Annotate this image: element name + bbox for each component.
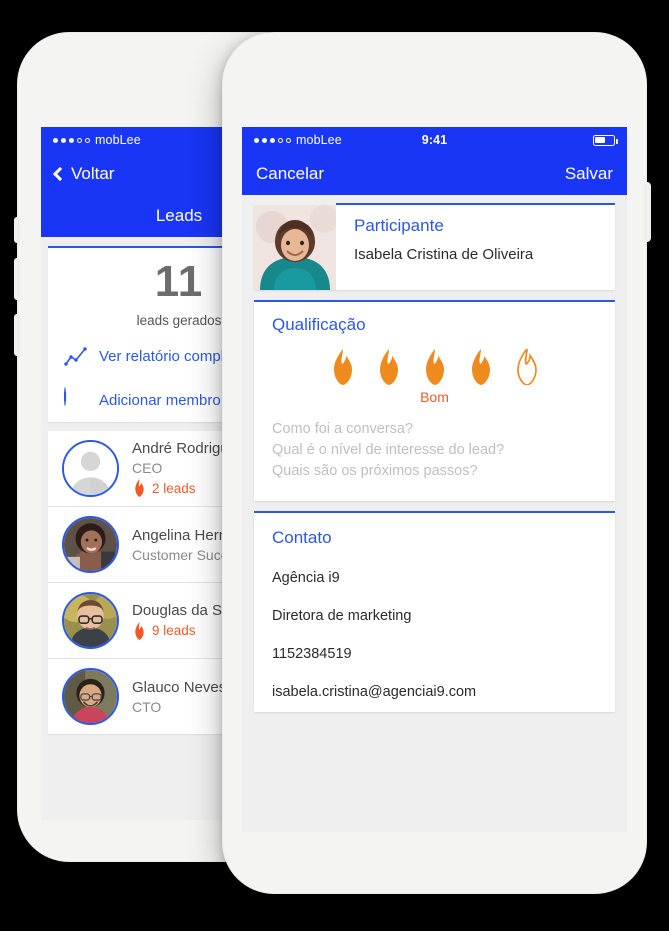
contact-company[interactable]: Agência i9 <box>254 570 615 586</box>
badge-label: 2 leads <box>152 480 196 496</box>
avatar <box>62 516 119 573</box>
participant-card: Participante Isabela Cristina de Oliveir… <box>254 202 615 291</box>
silent-switch-left[interactable] <box>14 217 18 243</box>
contact-section-title: Contato <box>272 528 332 547</box>
flame-icon-filled-3[interactable] <box>420 349 450 385</box>
lead-role: CTO <box>132 698 162 715</box>
add-member-label: Adicionar membro <box>99 391 221 409</box>
status-bar-right: mobLee 9:41 <box>242 127 627 153</box>
participant-section-title: Participante <box>354 215 444 235</box>
flame-icon <box>135 621 144 640</box>
rating-label: Bom <box>420 389 449 405</box>
notes-placeholder-line-2: Qual é o nível de interesse do lead? <box>272 442 505 459</box>
carrier-name: mobLee <box>95 133 141 147</box>
carrier-area-right: mobLee <box>254 133 342 147</box>
line-chart-icon <box>64 344 88 368</box>
flame-icon-filled-1[interactable] <box>328 349 358 385</box>
participant-text: Participante Isabela Cristina de Oliveir… <box>336 202 615 291</box>
chevron-left-icon <box>52 166 68 182</box>
participant-photo <box>254 205 336 290</box>
save-button[interactable]: Salvar <box>565 164 613 184</box>
phone-device-right: mobLee 9:41 Cancelar Salvar Participante… <box>222 32 651 894</box>
contact-email[interactable]: isabela.cristina@agenciai9.com <box>254 684 615 700</box>
badge-label: 9 leads <box>152 623 196 638</box>
battery-area <box>593 134 618 146</box>
avatar <box>62 440 119 497</box>
signal-strength-icon <box>53 137 90 143</box>
rating-flames[interactable] <box>254 349 615 385</box>
carrier-name: mobLee <box>296 133 342 147</box>
contact-card: Contato Agência i9 Diretora de marketing… <box>254 511 615 712</box>
notes-placeholder-line-1: Como foi a conversa? <box>272 421 414 437</box>
volume-down-button-left[interactable] <box>14 314 18 356</box>
volume-up-button-left[interactable] <box>14 258 18 300</box>
carrier-area-left: mobLee <box>53 133 141 147</box>
flame-icon <box>135 479 144 497</box>
screen-lead-form: mobLee 9:41 Cancelar Salvar Participante… <box>242 127 627 832</box>
contact-role[interactable]: Diretora de marketing <box>254 608 615 624</box>
flame-icon-filled-2[interactable] <box>374 349 404 385</box>
back-button-label: Voltar <box>71 164 115 183</box>
plus-circle-icon <box>64 387 88 412</box>
form-scroll-area[interactable]: Participante Isabela Cristina de Oliveir… <box>242 195 627 832</box>
notes-placeholder-line-3: Quais são os próximos passos? <box>272 463 478 480</box>
avatar <box>62 668 119 725</box>
screenshot-stage: mobLee Voltar Leads Leads 11 leads gerad… <box>0 0 669 931</box>
back-button[interactable]: Voltar <box>52 164 115 184</box>
qualification-section-title: Qualificação <box>272 315 366 334</box>
contact-phone[interactable]: 1152384519 <box>254 646 615 662</box>
lead-info: Glauco Neves CTO <box>132 679 226 715</box>
notes-input[interactable]: Como foi a conversa? Qual é o nível de i… <box>254 405 615 501</box>
qualification-card: Qualificação Bom Como foi a conversa? Qu… <box>254 300 615 501</box>
participant-name: Isabela Cristina de Oliveira <box>354 245 534 263</box>
flame-icon-outline-5[interactable] <box>512 349 542 385</box>
power-button-right[interactable] <box>646 182 651 242</box>
signal-strength-icon <box>254 137 291 143</box>
lead-name: Glauco Neves <box>132 678 227 696</box>
avatar <box>62 592 119 649</box>
battery-icon <box>593 134 618 146</box>
nav-bar-right: Cancelar Salvar <box>242 153 627 195</box>
cancel-button[interactable]: Cancelar <box>256 164 324 184</box>
flame-icon-filled-4[interactable] <box>466 349 496 385</box>
